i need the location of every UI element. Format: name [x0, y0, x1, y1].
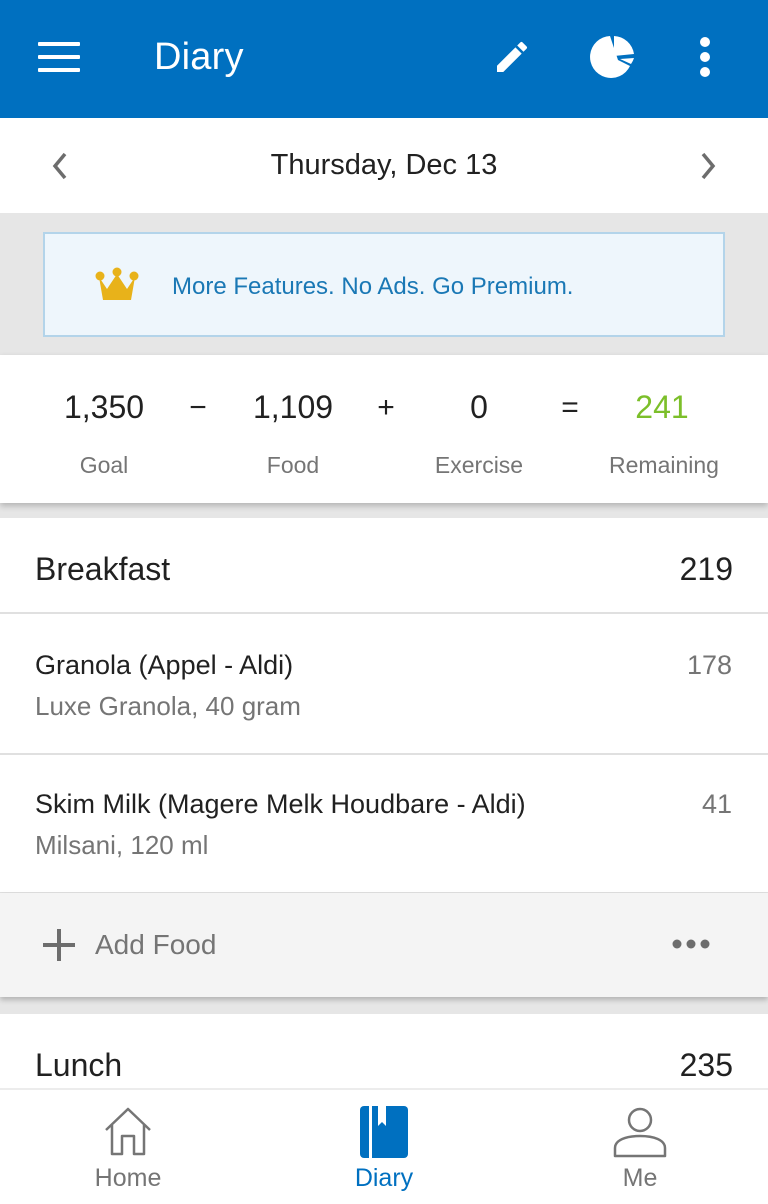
meal-calories: 235 [679, 1047, 733, 1083]
goal-label: Goal [79, 452, 129, 478]
food-calories: 178 [686, 650, 732, 680]
exercise-value: 0 [470, 389, 488, 425]
nav-item-me[interactable]: Me [512, 1090, 768, 1204]
calorie-summary[interactable]: 1,350 − 1,109 + 0 = 241 Goal Food Exerci… [0, 355, 768, 503]
exercise-label: Exercise [434, 452, 524, 478]
more-options-button[interactable] [682, 34, 728, 80]
chevron-right-icon [701, 152, 716, 180]
meal-name: Lunch [35, 1047, 123, 1083]
diary-book-icon [360, 1106, 408, 1158]
food-description: Milsani, 120 ml [35, 830, 209, 860]
meal-header-breakfast[interactable]: Breakfast 219 [0, 518, 768, 614]
equals-operator: = [561, 391, 579, 424]
food-entry[interactable]: Skim Milk (Magere Melk Houdbare - Aldi) … [0, 755, 768, 894]
nav-label: Home [94, 1164, 162, 1192]
home-icon [105, 1107, 151, 1156]
nav-item-diary[interactable]: Diary [256, 1090, 512, 1204]
meal-name: Breakfast [35, 551, 171, 587]
more-vertical-icon [700, 37, 710, 77]
hamburger-menu-icon[interactable] [38, 40, 80, 74]
food-entry[interactable]: Granola (Appel - Aldi) Luxe Granola, 40 … [0, 616, 768, 755]
goal-value: 1,350 [63, 389, 145, 425]
meal-calories: 219 [679, 551, 733, 587]
crown-icon [95, 267, 139, 300]
food-value: 1,109 [252, 389, 334, 425]
premium-banner-text: More Features. No Ads. Go Premium. [172, 273, 574, 300]
pencil-icon [497, 41, 528, 72]
nav-label: Diary [354, 1164, 414, 1192]
page-title: Diary [154, 36, 244, 78]
section-divider [0, 503, 768, 518]
food-name: Skim Milk (Magere Melk Houdbare - Aldi) [35, 789, 526, 819]
remaining-label: Remaining [609, 452, 719, 478]
plus-icon[interactable] [43, 929, 75, 961]
section-divider [0, 997, 768, 1014]
food-calories: 41 [701, 789, 732, 819]
app-bar: Diary [0, 0, 768, 118]
nutrition-button[interactable] [590, 34, 636, 80]
add-food-row: Add Food [0, 893, 768, 997]
nav-item-home[interactable]: Home [0, 1090, 256, 1204]
next-day-button[interactable] [688, 146, 728, 186]
more-horizontal-icon[interactable] [670, 929, 712, 959]
add-food-button[interactable]: Add Food [95, 929, 216, 961]
premium-banner-area: More Features. No Ads. Go Premium. [0, 213, 768, 355]
bottom-navigation: Home Diary Me [0, 1088, 768, 1204]
food-name: Granola (Appel - Aldi) [35, 650, 294, 680]
premium-banner[interactable]: More Features. No Ads. Go Premium. [43, 232, 725, 337]
food-description: Luxe Granola, 40 gram [35, 691, 301, 721]
plus-operator: + [377, 391, 395, 424]
date-navigator: Thursday, Dec 13 [0, 118, 768, 213]
remaining-value: 241 [635, 389, 689, 425]
person-icon [613, 1107, 667, 1158]
nav-label: Me [622, 1164, 658, 1192]
food-label: Food [266, 452, 320, 478]
current-date[interactable]: Thursday, Dec 13 [0, 149, 768, 182]
edit-button[interactable] [489, 34, 535, 80]
pie-chart-icon [590, 36, 634, 78]
minus-operator: − [189, 391, 207, 424]
